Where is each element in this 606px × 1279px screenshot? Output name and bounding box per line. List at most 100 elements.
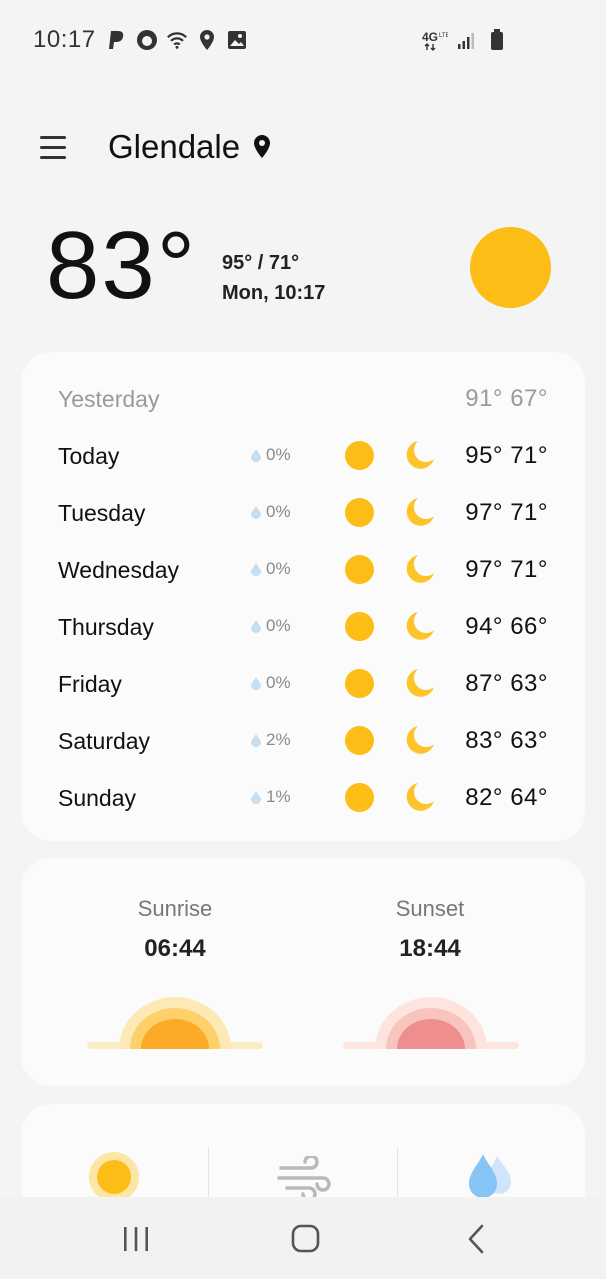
raindrop-icon <box>251 448 261 462</box>
forecast-temps: 91° 67° <box>465 385 548 412</box>
forecast-temps: 97° 71° <box>465 499 548 526</box>
location-pin-icon <box>252 134 272 165</box>
sunset-graphic-icon <box>343 997 519 1049</box>
night-moon-icon <box>406 441 434 469</box>
raindrop-icon <box>251 676 261 690</box>
day-sun-icon <box>345 498 374 527</box>
day-sun-icon <box>345 669 374 698</box>
forecast-row[interactable]: Wednesday 0% 97° 71° <box>21 549 585 589</box>
forecast-row[interactable]: Tuesday 0% 97° 71° <box>21 492 585 532</box>
menu-button[interactable] <box>36 130 72 166</box>
precip-value: 0% <box>266 673 291 692</box>
back-icon <box>468 1224 484 1254</box>
current-day-time: Mon, 10:17 <box>222 282 326 304</box>
forecast-temps: 94° 66° <box>465 613 548 640</box>
circle-app-icon <box>136 28 158 52</box>
current-temperature: 83° <box>46 212 198 319</box>
recent-apps-icon <box>124 1227 148 1251</box>
night-moon-icon <box>406 783 434 811</box>
forecast-day-label: Thursday <box>58 614 154 640</box>
forecast-row[interactable]: Thursday 0% 94° 66° <box>21 606 585 646</box>
day-sun-icon <box>345 612 374 641</box>
status-icons-left <box>106 28 248 52</box>
forecast-row[interactable]: Sunday 1% 82° 64° <box>21 777 585 817</box>
night-moon-icon <box>406 669 434 697</box>
forecast-day-label: Wednesday <box>58 557 180 583</box>
forecast-day-label: Today <box>58 443 120 469</box>
sunny-icon <box>470 227 551 308</box>
precip-chance: 0% <box>251 673 291 693</box>
status-bar: 10:17 4G LTE <box>0 0 606 80</box>
forecast-row[interactable]: Today 0% 95° 71° <box>21 435 585 475</box>
forecast-day-label: Yesterday <box>58 386 160 412</box>
night-moon-icon <box>406 612 434 640</box>
system-nav-bar <box>0 1197 606 1279</box>
raindrop-icon <box>251 619 261 633</box>
sunset-label: Sunset <box>395 896 465 921</box>
current-high-low: 95° / 71° <box>222 252 300 274</box>
precip-value: 0% <box>266 616 291 635</box>
forecast-day-label: Sunday <box>58 785 137 811</box>
recent-apps-button[interactable] <box>114 1221 158 1257</box>
raindrop-icon <box>251 790 261 804</box>
precip-chance: 0% <box>251 616 291 636</box>
forecast-row[interactable]: Friday 0% 87° 63° <box>21 663 585 703</box>
paypal-icon <box>106 28 128 52</box>
signal-icon <box>456 28 478 52</box>
forecast-temps: 95° 71° <box>465 442 548 469</box>
image-icon <box>226 28 248 52</box>
night-moon-icon <box>406 498 434 526</box>
day-sun-icon <box>345 726 374 755</box>
forecast-temps: 97° 71° <box>465 556 548 583</box>
home-button[interactable] <box>284 1221 328 1257</box>
4g-lte-icon: 4G LTE <box>422 28 448 52</box>
menu-icon <box>40 136 66 139</box>
precip-chance: 0% <box>251 559 291 579</box>
weather-screen: 10:17 4G LTE Glendale 83° 95° / 71° Mon,… <box>0 0 606 1279</box>
forecast-day-label: Tuesday <box>58 500 146 526</box>
precip-chance: 2% <box>251 730 291 750</box>
divider <box>208 1148 209 1200</box>
raindrop-icon <box>251 733 261 747</box>
back-button[interactable] <box>454 1221 498 1257</box>
precip-value: 0% <box>266 445 291 464</box>
raindrop-icon <box>251 562 261 576</box>
city-title[interactable]: Glendale <box>108 128 240 166</box>
night-moon-icon <box>406 555 434 583</box>
forecast-temps: 82° 64° <box>465 784 548 811</box>
forecast-row[interactable]: Saturday 2% 83° 63° <box>21 720 585 760</box>
sunrise-time: 06:44 <box>144 935 206 962</box>
uv-sun-icon <box>89 1152 139 1202</box>
humidity-drops-icon <box>469 1154 511 1198</box>
sunrise-graphic-icon <box>87 997 263 1049</box>
forecast-row-yesterday: Yesterday 91° 67° <box>21 378 585 418</box>
forecast-temps: 83° 63° <box>465 727 548 754</box>
wifi-icon <box>166 28 188 52</box>
precip-chance: 1% <box>251 787 291 807</box>
day-sun-icon <box>345 441 374 470</box>
daily-forecast-card[interactable]: Yesterday 91° 67° Today 0% 95° 71° Tuesd… <box>21 352 585 841</box>
svg-text:LTE: LTE <box>439 33 448 39</box>
divider <box>397 1148 398 1200</box>
precip-chance: 0% <box>251 445 291 465</box>
status-time: 10:17 <box>33 26 96 53</box>
raindrop-icon <box>251 505 261 519</box>
sunrise-label: Sunrise <box>137 896 213 921</box>
svg-text:4G: 4G <box>422 30 438 44</box>
location-icon <box>196 28 218 52</box>
header: Glendale <box>0 118 606 178</box>
home-icon <box>291 1224 320 1253</box>
battery-icon <box>486 28 508 52</box>
forecast-temps: 87° 63° <box>465 670 548 697</box>
forecast-day-label: Friday <box>58 671 122 697</box>
wind-icon <box>277 1156 331 1200</box>
sunrise-sunset-card[interactable]: Sunrise 06:44 Sunset 18:44 <box>21 858 585 1086</box>
precip-value: 0% <box>266 502 291 521</box>
precip-value: 0% <box>266 559 291 578</box>
day-sun-icon <box>345 783 374 812</box>
night-moon-icon <box>406 726 434 754</box>
precip-value: 1% <box>266 787 291 806</box>
forecast-day-label: Saturday <box>58 728 151 754</box>
status-icons-right: 4G LTE <box>422 28 508 52</box>
precip-chance: 0% <box>251 502 291 522</box>
